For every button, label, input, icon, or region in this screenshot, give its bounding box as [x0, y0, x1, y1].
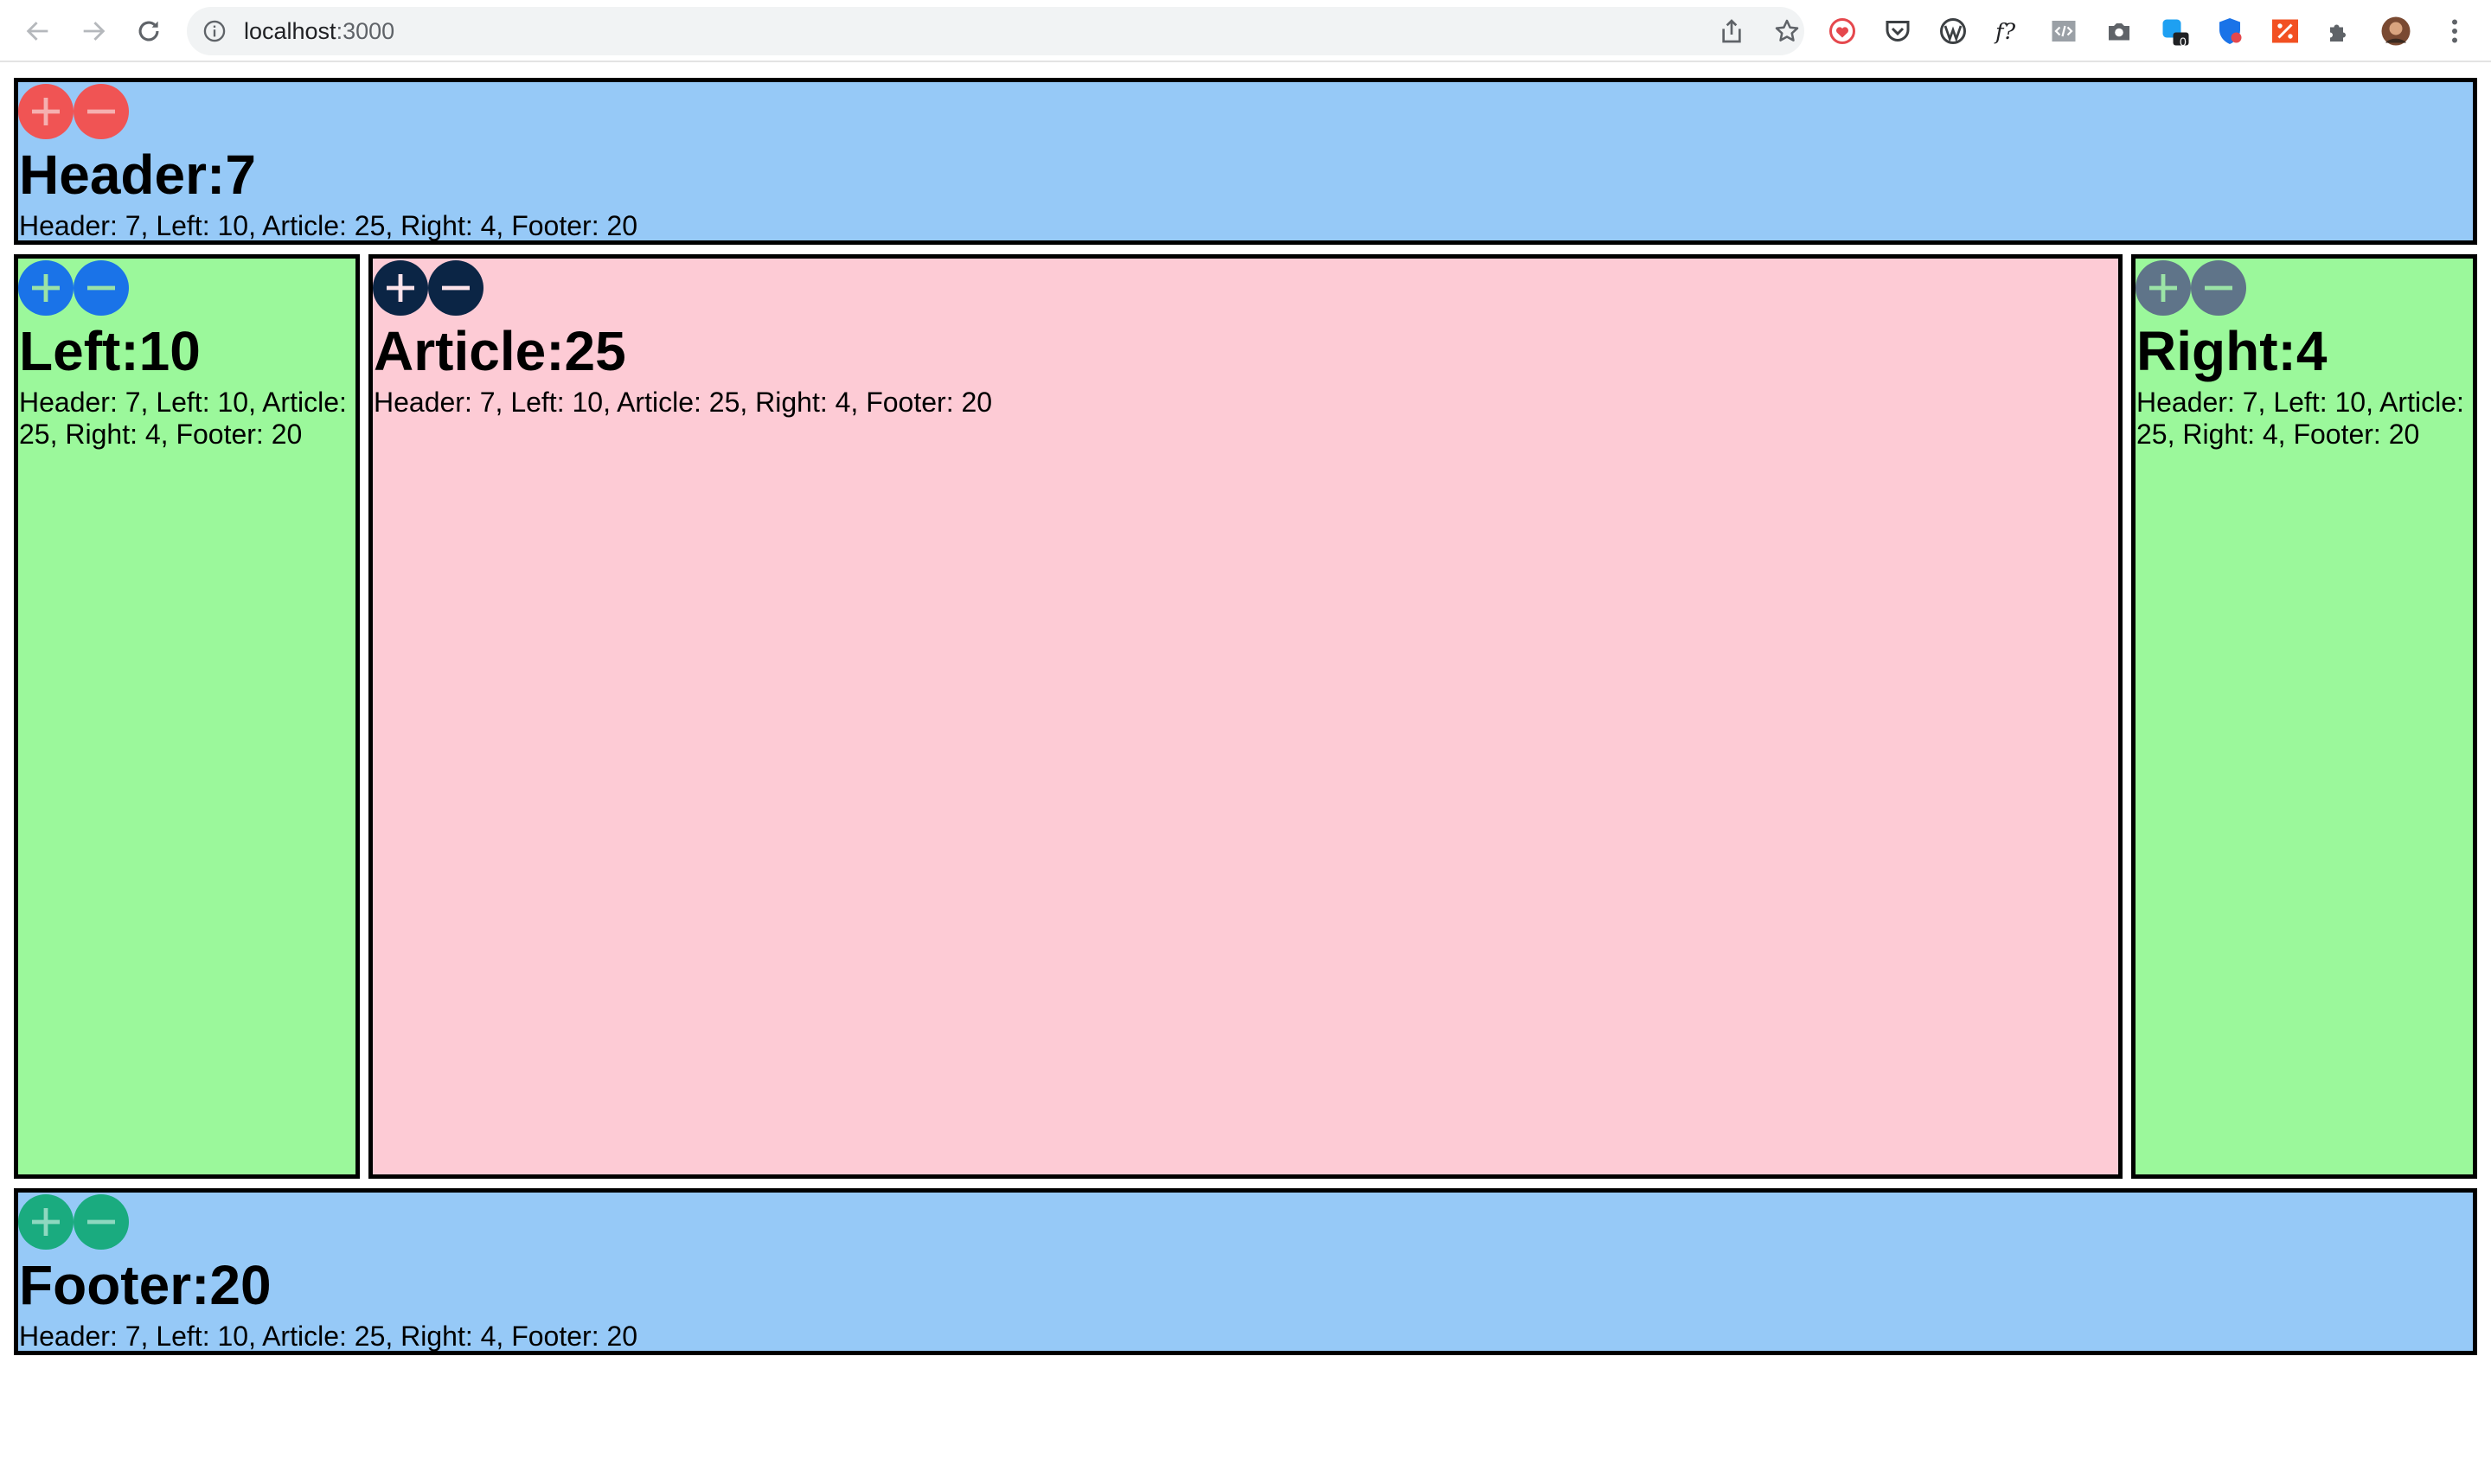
- minus-icon: [442, 285, 470, 291]
- left-decrement-button[interactable]: [74, 260, 129, 316]
- minus-icon: [2205, 285, 2232, 291]
- article-title: Article:25: [374, 320, 626, 382]
- right-decrement-button[interactable]: [2191, 260, 2246, 316]
- plus-icon: [387, 274, 414, 302]
- plus-icon: [32, 1208, 60, 1236]
- font-question-icon: f?: [1994, 19, 2015, 45]
- article-panel: Article:25 Header: 7, Left: 10, Article:…: [368, 254, 2123, 1179]
- reload-button[interactable]: [128, 10, 170, 52]
- header-panel: Header:7 Header: 7, Left: 10, Article: 2…: [14, 78, 2477, 245]
- right-controls: [2136, 260, 2473, 316]
- minus-icon: [87, 109, 115, 114]
- more-vert-icon: [2452, 19, 2457, 43]
- footer-controls: [18, 1194, 2473, 1250]
- extension-screenshot[interactable]: [2102, 14, 2136, 48]
- arrow-left-icon: [26, 22, 48, 41]
- extension-font-finder[interactable]: f?: [1991, 14, 2026, 48]
- percent-tag-icon: [2272, 19, 2298, 43]
- profile-avatar[interactable]: [2379, 14, 2413, 48]
- extension-wordpress[interactable]: [1936, 14, 1970, 48]
- minus-icon: [87, 285, 115, 291]
- address-bar[interactable]: localhost:3000: [187, 7, 1804, 55]
- extension-shield-blue[interactable]: [2212, 14, 2247, 48]
- extension-heart-shield[interactable]: [1825, 14, 1860, 48]
- header-title: Header:7: [19, 144, 256, 206]
- reload-icon: [138, 21, 159, 42]
- url-text[interactable]: localhost:3000: [244, 7, 394, 55]
- code-icon: [2052, 21, 2076, 42]
- header-increment-button[interactable]: [18, 84, 74, 139]
- left-increment-button[interactable]: [18, 260, 74, 316]
- forward-button[interactable]: [73, 10, 114, 52]
- wordpress-icon: [1940, 18, 1966, 44]
- footer-decrement-button[interactable]: [74, 1194, 129, 1250]
- extensions-menu-button[interactable]: [2323, 14, 2358, 48]
- right-increment-button[interactable]: [2136, 260, 2191, 316]
- left-summary: Header: 7, Left: 10, Article: 25, Right:…: [19, 387, 347, 450]
- browser-toolbar: localhost:3000 f? 0: [0, 0, 2491, 62]
- camera-icon: [2109, 23, 2129, 41]
- extension-badge-count: 0: [2180, 35, 2187, 48]
- article-summary: Header: 7, Left: 10, Article: 25, Right:…: [374, 387, 993, 418]
- left-panel: Left:10 Header: 7, Left: 10, Article: 25…: [14, 254, 360, 1179]
- left-title: Left:10: [19, 320, 201, 382]
- plus-icon: [2149, 274, 2177, 302]
- url-host: localhost: [244, 18, 336, 44]
- left-controls: [18, 260, 355, 316]
- url-port: :3000: [336, 18, 395, 44]
- footer-panel: Footer:20 Header: 7, Left: 10, Article: …: [14, 1188, 2477, 1355]
- svg-text:f?: f?: [1994, 19, 2015, 45]
- right-title: Right:4: [2136, 320, 2328, 382]
- star-icon[interactable]: [1773, 17, 1801, 45]
- extension-pocket[interactable]: [1880, 14, 1915, 48]
- puzzle-icon: [2330, 24, 2346, 42]
- plus-icon: [32, 274, 60, 302]
- footer-summary: Header: 7, Left: 10, Article: 25, Right:…: [19, 1321, 638, 1352]
- extension-red-tag[interactable]: [2268, 14, 2302, 48]
- right-panel: Right:4 Header: 7, Left: 10, Article: 25…: [2131, 254, 2477, 1179]
- footer-title: Footer:20: [19, 1254, 272, 1316]
- heart-shield-icon: [1829, 18, 1855, 44]
- article-decrement-button[interactable]: [428, 260, 483, 316]
- avatar-icon: [2381, 16, 2411, 46]
- extension-code[interactable]: [2046, 14, 2081, 48]
- article-controls: [373, 260, 2118, 316]
- header-decrement-button[interactable]: [74, 84, 129, 139]
- plus-icon: [32, 98, 60, 125]
- header-summary: Header: 7, Left: 10, Article: 25, Right:…: [19, 210, 638, 241]
- share-icon[interactable]: [1718, 17, 1745, 45]
- right-summary: Header: 7, Left: 10, Article: 25, Right:…: [2136, 387, 2464, 450]
- footer-increment-button[interactable]: [18, 1194, 74, 1250]
- header-controls: [18, 84, 2473, 139]
- pocket-icon: [1886, 21, 1910, 42]
- arrow-right-icon: [83, 22, 106, 41]
- back-button[interactable]: [17, 10, 59, 52]
- extension-counter[interactable]: 0: [2157, 14, 2192, 48]
- shield-icon: [2219, 18, 2242, 44]
- minus-icon: [87, 1219, 115, 1225]
- browser-menu-button[interactable]: [2437, 14, 2472, 48]
- info-icon[interactable]: [202, 19, 227, 43]
- article-increment-button[interactable]: [373, 260, 428, 316]
